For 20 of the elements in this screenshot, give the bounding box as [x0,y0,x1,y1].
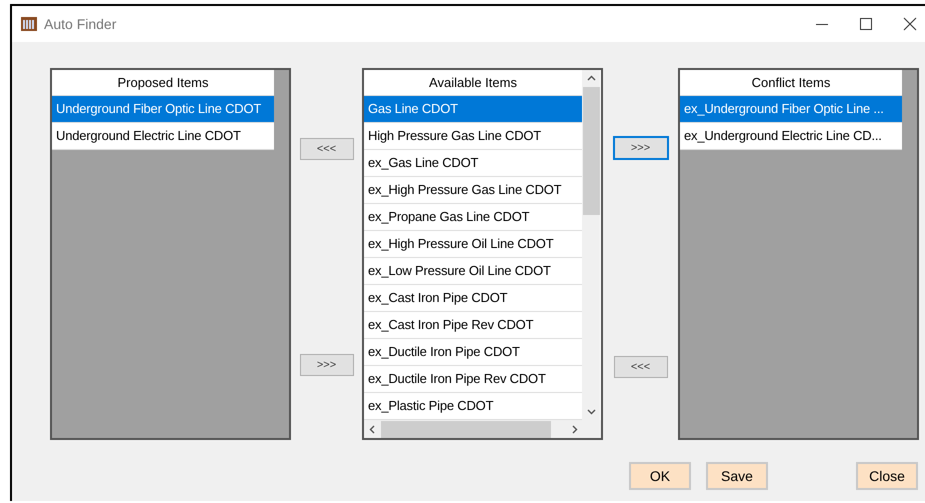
horizontal-scrollbar[interactable] [364,420,583,438]
close-icon[interactable] [903,17,917,31]
save-button[interactable]: Save [706,462,768,490]
transfer-button[interactable]: >>> [612,136,668,160]
close-button[interactable]: Close [856,462,918,490]
maximize-icon[interactable] [859,17,873,31]
list-item[interactable]: Underground Fiber Optic Line CDOT [52,96,274,123]
scrollbar-thumb[interactable] [381,420,551,438]
ok-button[interactable]: OK [629,462,691,490]
app-logo-icon [21,17,37,31]
transfer-button[interactable]: <<< [300,138,354,160]
list-item[interactable]: ex_Underground Fiber Optic Line ... [680,96,902,123]
list-item[interactable]: ex_Underground Electric Line CD... [680,123,902,150]
list-item[interactable]: Gas Line CDOT [364,96,582,123]
scrollbar-thumb[interactable] [582,87,600,215]
list-item[interactable]: Underground Electric Line CDOT [52,123,274,150]
transfer-button[interactable]: <<< [614,356,668,378]
window-title: Auto Finder [44,16,116,32]
transfer-button[interactable]: >>> [300,354,354,376]
vertical-scrollbar[interactable] [582,70,600,420]
